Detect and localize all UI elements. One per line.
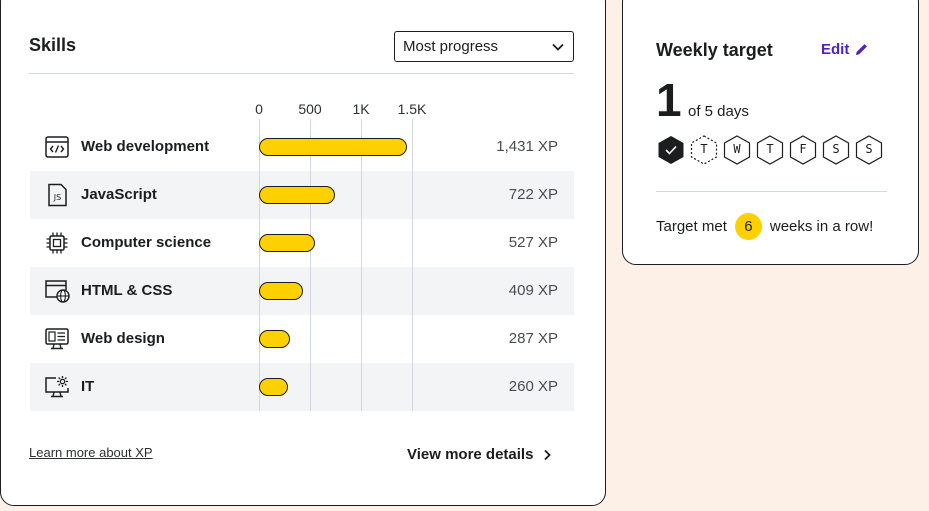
skill-xp-bar	[259, 330, 291, 348]
grid-line	[310, 119, 311, 411]
day-hex-done	[657, 135, 685, 165]
grid-line	[361, 119, 362, 411]
skill-row: Computer science 527 XP	[30, 219, 574, 267]
skill-row: HTML & CSS 409 XP	[30, 267, 574, 315]
axis-tick-label: 0	[255, 101, 263, 117]
browser-globe-icon	[44, 279, 70, 303]
skill-name: Web development	[81, 138, 210, 155]
skill-xp-value: 260 XP	[508, 378, 558, 395]
day-label: T	[700, 142, 708, 156]
skill-xp-bar	[259, 282, 303, 300]
skill-xp-value: 527 XP	[508, 234, 558, 251]
svg-text:JS: JS	[53, 193, 61, 202]
streak-suffix: weeks in a row!	[769, 218, 874, 235]
weekly-divider	[656, 191, 887, 192]
code-icon	[44, 135, 70, 159]
skill-row: JS JavaScript 722 XP	[30, 171, 574, 219]
axis-tick-label: 1K	[352, 101, 370, 117]
design-monitor-icon	[44, 327, 70, 351]
streak-message: Target met 6 weeks in a row!	[656, 213, 873, 240]
skills-card: Skills Most progress 0 500 1K 1.5K Web d…	[0, 0, 606, 506]
skills-divider	[29, 73, 574, 74]
sort-select[interactable]: Most progress	[394, 31, 574, 62]
skill-xp-value: 722 XP	[508, 186, 558, 203]
skill-name: JavaScript	[81, 186, 157, 203]
day-hex: S	[855, 135, 883, 165]
chevron-down-icon	[552, 43, 564, 51]
skill-name: Computer science	[81, 234, 212, 251]
days-target-label: of 5 days	[688, 103, 749, 120]
edit-label: Edit	[821, 41, 850, 58]
view-more-details-button[interactable]: View more details	[407, 446, 553, 463]
skill-row: IT 260 XP	[30, 363, 574, 411]
day-label: W	[733, 142, 741, 156]
chevron-right-icon	[544, 449, 552, 460]
skill-name: Web design	[81, 330, 165, 347]
skill-xp-bar	[259, 138, 407, 156]
skills-title: Skills	[29, 35, 77, 55]
skill-xp-bar	[259, 378, 288, 396]
monitor-gear-icon	[44, 375, 70, 399]
day-hex-today: T	[690, 135, 718, 165]
chip-icon	[44, 231, 70, 255]
days-completed-count: 1	[656, 74, 682, 126]
skill-row: Web development 1,431 XP	[30, 123, 574, 171]
day-label: F	[799, 142, 807, 156]
axis-tick-label: 1.5K	[397, 101, 427, 117]
sort-select-value: Most progress	[403, 38, 499, 55]
skill-xp-value: 1,431 XP	[496, 138, 558, 155]
weekly-target-title: Weekly target	[656, 40, 773, 60]
skill-xp-value: 409 XP	[508, 282, 558, 299]
pencil-icon	[856, 44, 868, 55]
weekly-target-card: Weekly target Edit 1 of 5 days T W T F S…	[622, 0, 919, 265]
day-hex: S	[822, 135, 850, 165]
streak-count-badge: 6	[734, 213, 762, 240]
edit-target-button[interactable]: Edit	[821, 41, 868, 58]
streak-prefix: Target met	[656, 218, 727, 235]
grid-line	[259, 119, 260, 411]
grid-line	[412, 119, 413, 411]
day-label: S	[865, 142, 873, 156]
axis-tick-label: 500	[298, 101, 322, 117]
day-hex: W	[723, 135, 751, 165]
day-hex: F	[789, 135, 817, 165]
skill-xp-value: 287 XP	[508, 330, 558, 347]
skill-name: HTML & CSS	[81, 282, 173, 299]
day-label: T	[766, 142, 774, 156]
skill-name: IT	[81, 378, 95, 395]
view-more-details-label: View more details	[407, 446, 534, 463]
skill-row: Web design 287 XP	[30, 315, 574, 363]
day-label: S	[832, 142, 840, 156]
learn-more-xp-link[interactable]: Learn more about XP	[29, 445, 153, 460]
js-file-icon: JS	[44, 183, 70, 207]
skill-xp-bar	[259, 234, 315, 252]
skill-xp-bar	[259, 186, 335, 204]
day-hex: T	[756, 135, 784, 165]
